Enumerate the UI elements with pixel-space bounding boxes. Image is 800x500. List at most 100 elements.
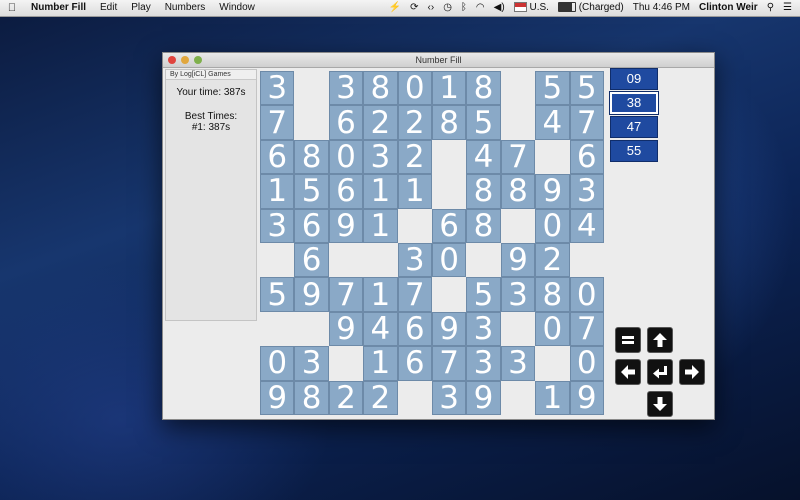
grid-cell-filled[interactable]: 7: [328, 277, 364, 313]
wifi-icon[interactable]: ◠: [476, 0, 485, 16]
grid-cell-filled[interactable]: 9: [500, 242, 536, 278]
grid-cell-filled[interactable]: 4: [569, 208, 604, 244]
code-icon[interactable]: ‹›: [428, 0, 435, 16]
grid-cell-empty[interactable]: [501, 312, 535, 346]
grid-cell-filled[interactable]: 0: [535, 311, 570, 347]
grid-cell-filled[interactable]: 8: [363, 70, 398, 106]
grid-cell-empty[interactable]: [294, 71, 328, 105]
grid-cell-filled[interactable]: 1: [431, 70, 467, 106]
grid-cell-filled[interactable]: 4: [363, 311, 398, 347]
grid-cell-filled[interactable]: 1: [397, 173, 432, 209]
number-list-item[interactable]: 09: [610, 68, 658, 90]
grid-cell-filled[interactable]: 3: [363, 139, 398, 175]
menu-numbers[interactable]: Numbers: [158, 0, 213, 16]
grid-cell-filled[interactable]: 1: [363, 173, 398, 209]
input-source[interactable]: U.S.: [513, 0, 549, 16]
grid-cell-filled[interactable]: 3: [328, 70, 364, 106]
sync-icon[interactable]: ⟳: [410, 0, 418, 16]
grid-cell-filled[interactable]: 4: [535, 105, 570, 141]
number-list-item[interactable]: 55: [610, 140, 658, 162]
enter-button[interactable]: [647, 359, 673, 385]
grid-cell-filled[interactable]: 6: [294, 208, 329, 244]
grid-cell-filled[interactable]: 2: [363, 105, 398, 141]
grid-cell-filled[interactable]: 3: [294, 345, 329, 381]
grid-cell-filled[interactable]: 5: [294, 173, 329, 209]
volume-icon[interactable]: ◀): [494, 0, 505, 16]
menu-edit[interactable]: Edit: [93, 0, 124, 16]
up-button[interactable]: [647, 327, 673, 353]
grid-cell-filled[interactable]: 0: [535, 208, 570, 244]
grid-cell-filled[interactable]: 2: [535, 242, 570, 278]
grid-cell-filled[interactable]: 3: [466, 345, 501, 381]
menu-app-name[interactable]: Number Fill: [24, 0, 93, 16]
grid-cell-empty[interactable]: [363, 243, 397, 277]
grid-cell-filled[interactable]: 2: [397, 105, 432, 141]
grid-cell-filled[interactable]: 3: [431, 380, 467, 416]
grid-cell-empty[interactable]: [260, 312, 294, 346]
grid-cell-filled[interactable]: 8: [535, 277, 570, 313]
bolt-icon[interactable]: ⚡: [389, 0, 401, 16]
grid-cell-filled[interactable]: 7: [431, 345, 467, 381]
grid-cell-filled[interactable]: 6: [397, 311, 432, 347]
grid-cell-empty[interactable]: [294, 312, 328, 346]
grid-cell-filled[interactable]: 7: [500, 139, 536, 175]
grid-cell-filled[interactable]: 3: [466, 311, 501, 347]
grid-cell-filled[interactable]: 7: [397, 277, 432, 313]
grid-cell-empty[interactable]: [501, 209, 535, 243]
number-list-item[interactable]: 47: [610, 116, 658, 138]
grid-cell-filled[interactable]: 7: [569, 311, 604, 347]
grid-cell-filled[interactable]: 2: [328, 380, 364, 416]
grid-cell-filled[interactable]: 8: [294, 380, 329, 416]
grid-cell-filled[interactable]: 3: [397, 242, 432, 278]
grid-cell-filled[interactable]: 6: [569, 139, 604, 175]
grid-cell-filled[interactable]: 9: [466, 380, 501, 416]
grid-cell-filled[interactable]: 1: [363, 208, 398, 244]
bluetooth-icon[interactable]: ᛒ: [461, 0, 467, 16]
grid-cell-filled[interactable]: 0: [260, 345, 295, 381]
menu-window[interactable]: Window: [212, 0, 262, 16]
grid-cell-filled[interactable]: 9: [294, 277, 329, 313]
grid-cell-empty[interactable]: [432, 174, 466, 208]
grid-cell-filled[interactable]: 8: [466, 173, 501, 209]
grid-cell-filled[interactable]: 7: [569, 105, 604, 141]
grid-cell-filled[interactable]: 8: [294, 139, 329, 175]
swap-button[interactable]: [615, 327, 641, 353]
grid-cell-filled[interactable]: 0: [431, 242, 467, 278]
grid-cell-filled[interactable]: 5: [535, 70, 570, 106]
grid-cell-filled[interactable]: 6: [328, 105, 364, 141]
clock[interactable]: Thu 4:46 PM: [633, 0, 690, 16]
grid-cell-empty[interactable]: [329, 243, 363, 277]
grid-cell-filled[interactable]: 8: [431, 105, 467, 141]
grid-cell-filled[interactable]: 2: [363, 380, 398, 416]
grid-cell-filled[interactable]: 6: [431, 208, 467, 244]
grid-cell-empty[interactable]: [501, 71, 535, 105]
grid-cell-empty[interactable]: [501, 105, 535, 139]
grid-cell-filled[interactable]: 9: [431, 311, 467, 347]
down-button[interactable]: [647, 391, 673, 417]
grid-cell-filled[interactable]: 5: [569, 70, 604, 106]
grid-cell-filled[interactable]: 6: [294, 242, 329, 278]
grid-cell-empty[interactable]: [570, 243, 604, 277]
grid-cell-empty[interactable]: [329, 346, 363, 380]
grid-cell-filled[interactable]: 1: [535, 380, 570, 416]
grid-cell-filled[interactable]: 7: [260, 105, 295, 141]
grid-cell-filled[interactable]: 8: [500, 173, 536, 209]
grid-cell-filled[interactable]: 1: [363, 345, 398, 381]
battery[interactable]: (Charged): [557, 0, 624, 16]
menu-play[interactable]: Play: [124, 0, 157, 16]
grid-cell-filled[interactable]: 1: [363, 277, 398, 313]
grid-cell-filled[interactable]: 0: [569, 345, 604, 381]
grid-cell-filled[interactable]: 4: [466, 139, 501, 175]
minimize-button[interactable]: [181, 56, 189, 64]
window-titlebar[interactable]: Number Fill: [163, 53, 714, 68]
grid-cell-filled[interactable]: 1: [260, 173, 295, 209]
grid-cell-filled[interactable]: 6: [397, 345, 432, 381]
grid-cell-empty[interactable]: [432, 277, 466, 311]
grid-cell-empty[interactable]: [398, 381, 432, 415]
grid-cell-filled[interactable]: 0: [569, 277, 604, 313]
grid-cell-filled[interactable]: 9: [260, 380, 295, 416]
grid-cell-filled[interactable]: 2: [397, 139, 432, 175]
grid-cell-filled[interactable]: 6: [328, 173, 364, 209]
grid-cell-filled[interactable]: 9: [569, 380, 604, 416]
grid-cell-filled[interactable]: 6: [260, 139, 295, 175]
